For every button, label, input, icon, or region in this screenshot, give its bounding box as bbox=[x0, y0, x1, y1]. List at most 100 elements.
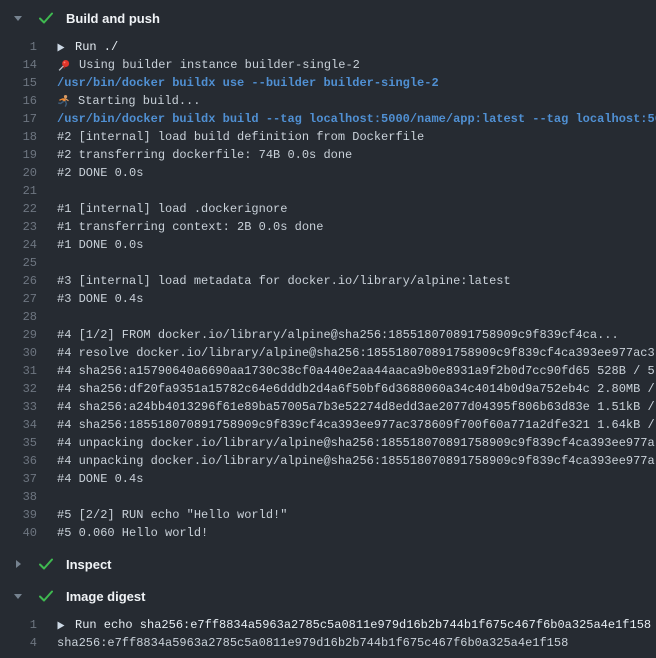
line-number[interactable]: 15 bbox=[0, 74, 37, 92]
line-text: #1 transferring context: 2B 0.0s done bbox=[57, 218, 323, 236]
log-line: 4sha256:e7ff8834a5963a2785c5a0811e979d16… bbox=[0, 634, 656, 652]
line-number[interactable]: 31 bbox=[0, 362, 37, 380]
chevron-down-icon[interactable] bbox=[13, 13, 23, 23]
line-text: Starting build... bbox=[57, 92, 200, 110]
section-title: Image digest bbox=[66, 589, 145, 604]
log-section: Inspect bbox=[0, 554, 656, 574]
line-number[interactable]: 24 bbox=[0, 236, 37, 254]
log-line: 1 Run ./ bbox=[0, 38, 656, 56]
section-title: Build and push bbox=[66, 11, 160, 26]
line-text-content: #2 DONE 0.0s bbox=[57, 164, 143, 182]
line-number[interactable]: 40 bbox=[0, 524, 37, 542]
section-header[interactable]: Build and push bbox=[0, 8, 656, 28]
line-text-content: #3 [internal] load metadata for docker.i… bbox=[57, 272, 511, 290]
line-text: #4 [1/2] FROM docker.io/library/alpine@s… bbox=[57, 326, 619, 344]
line-number[interactable]: 14 bbox=[0, 56, 37, 74]
line-number[interactable]: 4 bbox=[0, 634, 37, 652]
line-text: #3 [internal] load metadata for docker.i… bbox=[57, 272, 511, 290]
line-number[interactable]: 29 bbox=[0, 326, 37, 344]
log-sections: Build and push1Run ./14Using builder ins… bbox=[0, 8, 656, 652]
play-icon bbox=[57, 43, 65, 52]
line-text-content: #1 transferring context: 2B 0.0s done bbox=[57, 218, 323, 236]
log-line: 30#4 resolve docker.io/library/alpine@sh… bbox=[0, 344, 656, 362]
log-line: 18#2 [internal] load build definition fr… bbox=[0, 128, 656, 146]
line-text-content: #4 [1/2] FROM docker.io/library/alpine@s… bbox=[57, 326, 619, 344]
line-number[interactable]: 36 bbox=[0, 452, 37, 470]
line-text-content: #5 0.060 Hello world! bbox=[57, 524, 208, 542]
line-number[interactable]: 26 bbox=[0, 272, 37, 290]
line-text: #4 sha256:185518070891758909c9f839cf4ca3… bbox=[57, 416, 655, 434]
log-line: 38 bbox=[0, 488, 656, 506]
line-number[interactable]: 16 bbox=[0, 92, 37, 110]
log-line: 28 bbox=[0, 308, 656, 326]
line-text-content: #4 sha256:a24bb4013296f61e89ba57005a7b3e… bbox=[57, 398, 655, 416]
line-text: #4 sha256:a24bb4013296f61e89ba57005a7b3e… bbox=[57, 398, 655, 416]
line-number[interactable]: 17 bbox=[0, 110, 37, 128]
check-icon bbox=[39, 12, 53, 24]
log-line: 17/usr/bin/docker buildx build --tag loc… bbox=[0, 110, 656, 128]
line-number[interactable]: 33 bbox=[0, 398, 37, 416]
line-text: Run echo sha256:e7ff8834a5963a2785c5a081… bbox=[57, 616, 651, 634]
line-number[interactable]: 27 bbox=[0, 290, 37, 308]
line-text: Run ./ bbox=[57, 38, 118, 56]
line-number[interactable]: 22 bbox=[0, 200, 37, 218]
line-text-content: Run ./ bbox=[75, 38, 118, 56]
log-line: 20 #2 DONE 0.0s bbox=[0, 164, 656, 182]
line-number[interactable]: 1 bbox=[0, 38, 37, 56]
section-title: Inspect bbox=[66, 557, 112, 572]
check-icon bbox=[39, 558, 53, 570]
log-line: 36 #4 unpacking docker.io/library/alpine@… bbox=[0, 452, 656, 470]
chevron-down-icon[interactable] bbox=[13, 591, 23, 601]
line-number[interactable]: 18 bbox=[0, 128, 37, 146]
line-text-content: #4 sha256:a15790640a6690aa1730c38cf0a440… bbox=[57, 362, 655, 380]
line-text-content: /usr/bin/docker buildx use --builder bui… bbox=[57, 74, 439, 92]
log-line: 33 #4 sha256:a24bb4013296f61e89ba57005a7b… bbox=[0, 398, 656, 416]
line-number[interactable]: 19 bbox=[0, 146, 37, 164]
line-text-content: #1 [internal] load .dockerignore bbox=[57, 200, 287, 218]
line-number[interactable]: 30 bbox=[0, 344, 37, 362]
log-line: 19 #2 transferring dockerfile: 74B 0.0s d… bbox=[0, 146, 656, 164]
log-line: 31 #4 sha256:a15790640a6690aa1730c38cf0a4… bbox=[0, 362, 656, 380]
line-text: #5 [2/2] RUN echo "Hello world!" bbox=[57, 506, 287, 524]
log-line: 34 #4 sha256:185518070891758909c9f839cf4c… bbox=[0, 416, 656, 434]
line-text-content: #4 DONE 0.4s bbox=[57, 470, 143, 488]
log-line: 16 Starting build... bbox=[0, 92, 656, 110]
line-number[interactable]: 39 bbox=[0, 506, 37, 524]
line-number[interactable]: 34 bbox=[0, 416, 37, 434]
line-text-content: Run echo sha256:e7ff8834a5963a2785c5a081… bbox=[75, 616, 651, 634]
line-number[interactable]: 1 bbox=[0, 616, 37, 634]
log-line: 24 #1 DONE 0.0s bbox=[0, 236, 656, 254]
line-text: #1 [internal] load .dockerignore bbox=[57, 200, 287, 218]
line-text: #3 DONE 0.4s bbox=[57, 290, 143, 308]
log-line: 27 #3 DONE 0.4s bbox=[0, 290, 656, 308]
line-text: #2 transferring dockerfile: 74B 0.0s don… bbox=[57, 146, 352, 164]
line-number[interactable]: 20 bbox=[0, 164, 37, 182]
line-text-content: #3 DONE 0.4s bbox=[57, 290, 143, 308]
line-number[interactable]: 21 bbox=[0, 182, 37, 200]
log-line: 29 #4 [1/2] FROM docker.io/library/alpine… bbox=[0, 326, 656, 344]
section-header[interactable]: Inspect bbox=[0, 554, 656, 574]
line-text: #4 sha256:a15790640a6690aa1730c38cf0a440… bbox=[57, 362, 655, 380]
log-line: 32#4 sha256:df20fa9351a15782c64e6dddb2d4… bbox=[0, 380, 656, 398]
line-number[interactable]: 25 bbox=[0, 254, 37, 272]
log-section: Image digest 1 Run echo sha256:e7ff8834a59… bbox=[0, 586, 656, 652]
line-number[interactable]: 37 bbox=[0, 470, 37, 488]
log-line: 35 #4 unpacking docker.io/library/alpine@… bbox=[0, 434, 656, 452]
play-icon bbox=[57, 621, 65, 630]
line-number[interactable]: 32 bbox=[0, 380, 37, 398]
line-text-content: #5 [2/2] RUN echo "Hello world!" bbox=[57, 506, 287, 524]
section-log-lines: 1 Run echo sha256:e7ff8834a5963a2785c5a08… bbox=[0, 616, 656, 652]
line-text: /usr/bin/docker buildx use --builder bui… bbox=[57, 74, 439, 92]
log-line: 21 bbox=[0, 182, 656, 200]
line-text-content: #4 sha256:185518070891758909c9f839cf4ca3… bbox=[57, 416, 655, 434]
line-number[interactable]: 23 bbox=[0, 218, 37, 236]
line-number[interactable]: 28 bbox=[0, 308, 37, 326]
line-text-content: #4 unpacking docker.io/library/alpine@sh… bbox=[57, 434, 655, 452]
log-line: 15/usr/bin/docker buildx use --builder b… bbox=[0, 74, 656, 92]
line-number[interactable]: 35 bbox=[0, 434, 37, 452]
section-header[interactable]: Image digest bbox=[0, 586, 656, 606]
line-text-content: #1 DONE 0.0s bbox=[57, 236, 143, 254]
line-number[interactable]: 38 bbox=[0, 488, 37, 506]
line-text-content: #4 unpacking docker.io/library/alpine@sh… bbox=[57, 452, 655, 470]
chevron-right-icon[interactable] bbox=[13, 559, 23, 569]
